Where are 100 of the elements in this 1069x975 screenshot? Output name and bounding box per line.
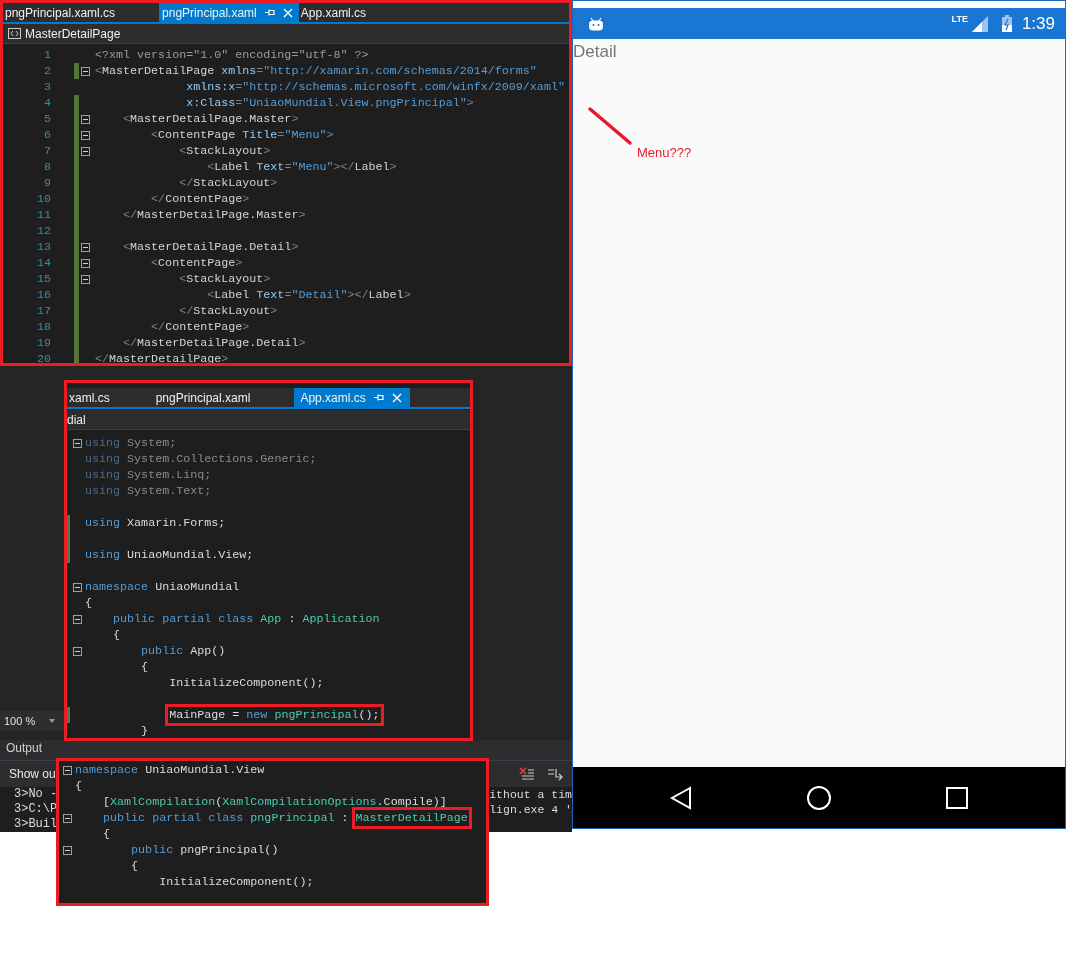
network-type-label: LTE — [951, 14, 968, 24]
code-line: namespace UniaoMundial.View — [75, 763, 265, 777]
code-line: </MasterDetailPage.Master> — [123, 208, 306, 222]
word-wrap-icon[interactable] — [546, 766, 564, 782]
home-icon[interactable] — [806, 784, 832, 811]
code-line: { — [113, 628, 121, 642]
file-tab[interactable]: pngPrincipal.xaml.cs — [3, 3, 160, 22]
collapse-icon[interactable] — [81, 130, 90, 140]
code-line: using System.Collections.Generic; — [85, 452, 317, 466]
code-line: { — [131, 859, 139, 873]
line-number: 3 — [43, 80, 51, 94]
show-output-label: Show ou — [9, 767, 56, 781]
code-line: <ContentPage Title="Menu"> — [151, 128, 334, 142]
breadcrumb-label[interactable]: dial — [67, 412, 86, 427]
code-line: using UniaoMundial.View; — [85, 548, 254, 562]
signal-icon — [971, 15, 988, 32]
code-line: using System.Text; — [85, 484, 212, 498]
collapse-icon[interactable] — [63, 765, 72, 775]
code-line: InitializeComponent(); — [159, 875, 314, 889]
code-line: </ContentPage> — [151, 320, 250, 334]
collapse-icon[interactable] — [81, 114, 90, 124]
battery-icon — [1001, 15, 1012, 32]
code-line: using Xamarin.Forms; — [85, 516, 226, 530]
code-line: </MasterDetailPage.Detail> — [123, 336, 306, 350]
clear-all-icon[interactable] — [518, 766, 536, 782]
line-number: 12 — [35, 224, 51, 238]
log-line: 3>C:\P — [14, 802, 58, 817]
line-number: 14 — [35, 256, 51, 270]
code-line: <MasterDetailPage.Master> — [123, 112, 299, 126]
collapse-icon[interactable] — [81, 242, 90, 252]
line-number: 2 — [43, 64, 51, 78]
code-line: <MasterDetailPage.Detail> — [123, 240, 299, 254]
log-line: ithout a tim — [489, 787, 572, 802]
code-line: using System.Linq; — [85, 468, 212, 482]
collapse-icon[interactable] — [73, 438, 82, 448]
code-line: public partial class App : Application — [113, 612, 380, 626]
recents-icon[interactable] — [946, 786, 968, 809]
line-number: 9 — [43, 176, 51, 190]
code-line: { — [85, 596, 92, 610]
code-line: <StackLayout> — [179, 272, 271, 286]
line-number: 15 — [35, 272, 51, 286]
collapse-icon[interactable] — [81, 258, 90, 268]
back-icon[interactable] — [670, 785, 692, 810]
code-line: [XamlCompilation(XamlCompilationOptions.Compile)] — [103, 795, 447, 809]
panel-title: Output — [5, 740, 44, 757]
line-number: 1 — [43, 48, 51, 62]
code-line: { — [103, 827, 111, 841]
annotation-line — [587, 106, 633, 146]
pin-icon[interactable] — [264, 8, 275, 17]
code-line: <Label Text="Detail"></Label> — [207, 288, 411, 302]
code-line: x:Class="UniaoMundial.View.pngPrincipal"> — [186, 96, 474, 110]
code-line: </StackLayout> — [179, 176, 278, 190]
code-line: public App() — [141, 644, 226, 658]
collapse-icon[interactable] — [81, 146, 90, 156]
collapse-icon[interactable] — [73, 646, 82, 656]
line-number: 13 — [35, 240, 51, 254]
pin-icon[interactable] — [373, 393, 384, 402]
caret-icon — [49, 719, 56, 723]
code-line: namespace UniaoMundial — [85, 580, 240, 594]
zoom-dropdown[interactable]: 100 % — [0, 711, 64, 731]
line-number: 19 — [35, 336, 51, 350]
code-line: xmlns:x="http://schemas.microsoft.com/winfx/2009/xaml" — [186, 80, 565, 94]
file-tab[interactable]: xaml.cs — [67, 388, 154, 407]
line-number: 5 — [43, 112, 51, 126]
line-number: 8 — [43, 160, 51, 174]
code-line: </ContentPage> — [151, 192, 250, 206]
line-number: 20 — [35, 352, 51, 363]
line-number: 18 — [35, 320, 51, 334]
code-line: </StackLayout> — [179, 304, 278, 318]
breadcrumb-label[interactable]: MasterDetailPage — [25, 26, 121, 41]
collapse-icon[interactable] — [81, 66, 90, 76]
line-number: 7 — [43, 144, 51, 158]
code-line: <?xml version="1.0" encoding="utf-8" ?> — [95, 48, 369, 62]
line-number: 10 — [35, 192, 51, 206]
file-tab[interactable]: pngPrincipal.xaml — [153, 388, 295, 407]
clock: 1:39 — [1021, 13, 1055, 34]
collapse-icon[interactable] — [63, 813, 72, 823]
collapse-icon[interactable] — [81, 274, 90, 284]
code-line: } — [141, 724, 149, 738]
close-icon[interactable] — [391, 392, 402, 403]
annotation-text: Menu??? — [637, 145, 692, 160]
collapse-icon[interactable] — [73, 614, 82, 624]
line-number: 16 — [35, 288, 51, 302]
log-line: lign.exe 4 ' — [489, 802, 572, 817]
code-line: using System; — [85, 436, 177, 450]
line-number: 6 — [43, 128, 51, 142]
code-line: <StackLayout> — [179, 144, 271, 158]
collapse-icon[interactable] — [73, 582, 82, 592]
log-line: 3>Buil — [14, 817, 58, 832]
detail-label: Detail — [573, 42, 617, 62]
file-tab[interactable]: App.xaml.cs — [294, 388, 410, 407]
line-number: 11 — [35, 208, 51, 222]
file-tab[interactable]: pngPrincipal.xaml — [159, 3, 299, 22]
code-line: <ContentPage> — [151, 256, 243, 270]
code-line: { — [141, 660, 149, 674]
line-number: 4 — [43, 96, 51, 110]
file-tab[interactable]: App.xaml.cs — [298, 3, 411, 22]
close-icon[interactable] — [282, 7, 293, 18]
android-icon — [588, 16, 604, 31]
collapse-icon[interactable] — [63, 845, 72, 855]
